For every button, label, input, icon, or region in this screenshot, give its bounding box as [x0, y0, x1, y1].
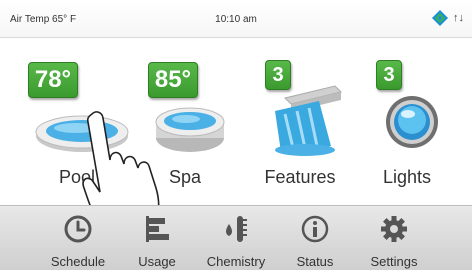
status-icons: ↑↓: [431, 9, 464, 27]
pool-label: Pool: [58, 167, 96, 187]
waterfall-icon: [275, 85, 342, 156]
nav-settings-label: Settings: [370, 254, 418, 269]
nav-status-label: Status: [296, 254, 334, 269]
clock-icon: [64, 215, 92, 243]
clock-text: 10:10 am: [215, 14, 257, 25]
nav-schedule[interactable]: Schedule: [39, 206, 117, 270]
status-bar: Air Temp 65° F 10:10 am ↑↓: [0, 0, 472, 38]
spa-tile[interactable]: 85° Spa: [130, 56, 240, 196]
main-tiles: 78° Pool 85° Spa 3 Features 3 Lights: [0, 38, 472, 244]
features-count-badge: 3: [265, 60, 291, 90]
connection-arrows-icon: ↑↓: [453, 12, 464, 24]
lights-tile[interactable]: 3 Lights: [352, 56, 462, 196]
nav-chemistry-label: Chemistry: [206, 254, 266, 269]
gear-icon: [381, 216, 407, 242]
features-tile[interactable]: 3 Features: [245, 56, 355, 196]
bar-chart-icon: [146, 216, 169, 242]
pentair-logo-icon: [432, 10, 448, 26]
thermometer-drop-icon: [226, 216, 247, 242]
pool-tile[interactable]: 78° Pool: [22, 56, 132, 196]
features-label: Features: [264, 167, 336, 187]
nav-settings[interactable]: Settings: [355, 206, 433, 270]
nav-status[interactable]: Status: [276, 206, 354, 270]
nav-usage[interactable]: Usage: [118, 206, 196, 270]
lights-count-badge: 3: [376, 60, 402, 90]
lights-label: Lights: [382, 167, 432, 187]
pool-temp-badge: 78°: [28, 62, 78, 98]
spa-temp-badge: 85°: [148, 62, 198, 98]
light-bulb-icon: [386, 96, 438, 148]
nav-schedule-label: Schedule: [50, 254, 106, 269]
spa-label: Spa: [168, 167, 202, 187]
nav-usage-label: Usage: [138, 254, 176, 269]
bottom-nav: Schedule Usage Chemistry Status Settings: [0, 205, 472, 270]
info-icon: [301, 215, 329, 243]
home-screen: Air Temp 65° F 10:10 am ↑↓ 78° Pool 85° …: [0, 0, 472, 270]
nav-chemistry[interactable]: Chemistry: [197, 206, 275, 270]
